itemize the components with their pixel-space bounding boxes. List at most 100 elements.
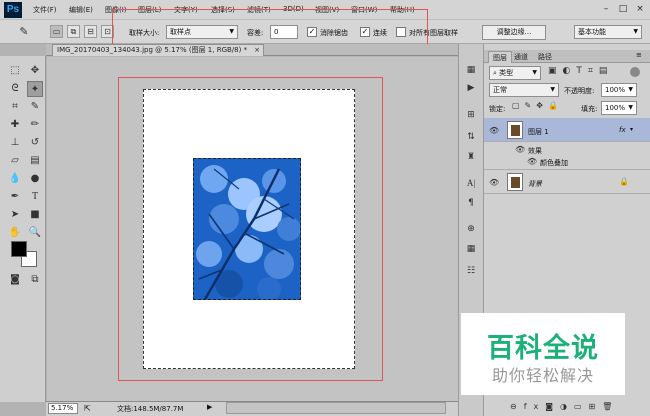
background-thumbnail bbox=[507, 173, 523, 191]
blue-tinted-photo[interactable] bbox=[193, 158, 301, 300]
clone-stamp-tool-icon[interactable]: ⊥ bbox=[7, 135, 23, 151]
history-panel-icon[interactable]: ▦ bbox=[463, 63, 479, 77]
foreground-color-swatch-front[interactable] bbox=[11, 241, 27, 257]
menu-edit[interactable]: 编辑(E) bbox=[69, 5, 93, 15]
chevron-down-icon: ▼ bbox=[628, 86, 633, 93]
workspace-select[interactable]: 基本功能 ▼ bbox=[574, 25, 642, 39]
watermark-title: 百科全说 bbox=[487, 333, 599, 364]
layer-fx-badge[interactable]: fx bbox=[619, 126, 626, 134]
eyedropper-tool-preset-icon[interactable]: ✎ bbox=[16, 24, 32, 40]
screen-mode-icon[interactable]: ⧉ bbox=[27, 272, 43, 288]
healing-brush-tool-icon[interactable]: ✚ bbox=[7, 117, 23, 133]
3d-panel-icon[interactable]: ⊕ bbox=[463, 222, 479, 236]
menu-file[interactable]: 文件(F) bbox=[33, 5, 57, 15]
fill-input[interactable]: 100% ▼ bbox=[601, 101, 637, 115]
color-overlay-visibility-eye-icon[interactable]: 👁 bbox=[527, 157, 537, 166]
add-to-selection-icon[interactable]: ⧉ bbox=[67, 25, 80, 38]
timeline-panel-icon[interactable]: ▦ bbox=[463, 242, 479, 256]
menu-3d[interactable]: 3D(D) bbox=[283, 5, 304, 13]
menu-help[interactable]: 帮助(H) bbox=[390, 5, 415, 15]
blend-mode-select[interactable]: 正常 ▼ bbox=[489, 83, 559, 97]
history-brush-tool-icon[interactable]: ↺ bbox=[27, 135, 43, 151]
photoshop-logo: Ps bbox=[4, 2, 22, 18]
eraser-tool-icon[interactable]: ▱ bbox=[7, 153, 23, 169]
document-tab[interactable]: IMG_20170403_134043.jpg @ 5.17% (图层 1, R… bbox=[52, 44, 264, 56]
filter-toggle-icon[interactable] bbox=[630, 67, 640, 77]
contiguous-checkbox[interactable]: ✓ bbox=[360, 27, 370, 37]
chevron-down-icon: ▼ bbox=[532, 69, 537, 76]
tolerance-input[interactable]: 0 bbox=[270, 25, 298, 39]
visibility-eye-icon[interactable]: 👁 bbox=[489, 126, 499, 135]
zoom-tool-icon[interactable]: 🔍 bbox=[27, 225, 43, 241]
close-window-button[interactable]: × bbox=[634, 3, 646, 15]
tab-paths[interactable]: 路径 bbox=[534, 51, 556, 63]
adjustments-panel-icon[interactable]: ⇅ bbox=[463, 130, 479, 144]
export-icon[interactable]: ⇱ bbox=[84, 404, 91, 413]
menu-view[interactable]: 视图(V) bbox=[315, 5, 339, 15]
horizontal-scrollbar[interactable] bbox=[226, 402, 446, 414]
eyedropper-tool-icon[interactable]: ✎ bbox=[27, 99, 43, 115]
layer-panel-action-icons[interactable]: ⊖fx◙◑▭⊞🗑 bbox=[510, 402, 619, 411]
tab-layers[interactable]: 图层 bbox=[488, 51, 512, 63]
menu-window[interactable]: 窗口(W) bbox=[351, 5, 377, 15]
antialias-checkbox[interactable]: ✓ bbox=[307, 27, 317, 37]
path-selection-tool-icon[interactable]: ➤ bbox=[7, 207, 23, 223]
search-icon: ⌕ bbox=[493, 69, 497, 77]
contiguous-label: 连续 bbox=[373, 29, 387, 37]
type-tool-icon[interactable]: T bbox=[27, 189, 43, 205]
menu-filter[interactable]: 滤镜(T) bbox=[247, 5, 271, 15]
status-menu-arrow-icon[interactable]: ▶ bbox=[207, 403, 212, 411]
opacity-input[interactable]: 100% ▼ bbox=[601, 83, 637, 97]
minimize-button[interactable]: – bbox=[600, 3, 612, 15]
hand-tool-icon[interactable]: ✋ bbox=[7, 225, 23, 241]
background-layer-name: 背景 bbox=[528, 180, 542, 188]
quick-mask-icon[interactable]: ◙ bbox=[7, 272, 23, 288]
sample-size-select[interactable]: 取样点 ▼ bbox=[166, 25, 238, 39]
magic-wand-tool-icon[interactable]: ✦ bbox=[27, 81, 43, 97]
character-panel-icon[interactable]: A| bbox=[463, 176, 479, 190]
expand-effects-icon[interactable]: ▾ bbox=[630, 126, 633, 133]
menu-layer[interactable]: 图层(L) bbox=[138, 5, 161, 15]
background-visibility-eye-icon[interactable]: 👁 bbox=[489, 178, 499, 187]
lock-option-icons[interactable]: ▢✎✥🔒 bbox=[512, 101, 563, 110]
effects-visibility-eye-icon[interactable]: 👁 bbox=[515, 145, 525, 154]
antialias-label: 消除锯齿 bbox=[320, 29, 348, 37]
rectangle-tool-icon[interactable]: ■ bbox=[27, 207, 43, 223]
layer-filter-icons[interactable]: ▣◐T⌗▤ bbox=[548, 66, 613, 76]
actions-panel-icon[interactable]: ▶ bbox=[463, 81, 479, 95]
menu-select[interactable]: 选择(S) bbox=[211, 5, 235, 15]
opacity-label: 不透明度: bbox=[564, 87, 595, 95]
pen-tool-icon[interactable]: ✒ bbox=[7, 189, 23, 205]
new-selection-icon[interactable]: ▭ bbox=[50, 25, 63, 38]
panel-menu-icon[interactable]: ≡ bbox=[636, 51, 642, 59]
subtract-from-selection-icon[interactable]: ⊟ bbox=[84, 25, 97, 38]
sample-all-layers-label: 对所有图层取样 bbox=[409, 29, 458, 37]
refine-edge-button[interactable]: 调整边缘... bbox=[482, 25, 546, 40]
sample-all-layers-checkbox[interactable] bbox=[396, 27, 406, 37]
crop-tool-icon[interactable]: ⌗ bbox=[7, 99, 23, 115]
chevron-down-icon: ▼ bbox=[628, 104, 633, 111]
marquee-tool-icon[interactable]: ⬚ bbox=[7, 63, 23, 79]
maximize-button[interactable]: □ bbox=[617, 3, 629, 15]
notes-panel-icon[interactable]: ☷ bbox=[463, 264, 479, 278]
close-tab-icon[interactable]: × bbox=[254, 45, 260, 56]
menu-type[interactable]: 文字(Y) bbox=[174, 5, 198, 15]
layer-kind-filter[interactable]: ⌕ 类型 ▼ bbox=[489, 66, 541, 80]
properties-panel-icon[interactable]: ⊞ bbox=[463, 108, 479, 122]
zoom-level-field[interactable]: 5.17% bbox=[48, 403, 78, 414]
paragraph-panel-icon[interactable]: ¶ bbox=[463, 196, 479, 210]
chevron-down-icon: ▼ bbox=[550, 86, 555, 93]
lasso-tool-icon[interactable]: ᘓ bbox=[7, 81, 23, 97]
brush-tool-icon[interactable]: ✏ bbox=[27, 117, 43, 133]
intersect-selection-icon[interactable]: ⊡ bbox=[101, 25, 114, 38]
menu-image[interactable]: 图像(I) bbox=[105, 5, 127, 15]
dodge-tool-icon[interactable]: ● bbox=[27, 171, 43, 187]
gradient-tool-icon[interactable]: ▤ bbox=[27, 153, 43, 169]
brush-presets-icon[interactable]: ♜ bbox=[463, 150, 479, 164]
color-overlay-label[interactable]: 颜色叠加 bbox=[540, 158, 568, 168]
chevron-down-icon: ▼ bbox=[229, 28, 234, 35]
tab-channels[interactable]: 通道 bbox=[510, 51, 532, 63]
sample-size-label: 取样大小: bbox=[129, 29, 160, 37]
blur-tool-icon[interactable]: 💧 bbox=[7, 171, 23, 187]
move-tool-icon[interactable]: ✥ bbox=[27, 63, 43, 79]
